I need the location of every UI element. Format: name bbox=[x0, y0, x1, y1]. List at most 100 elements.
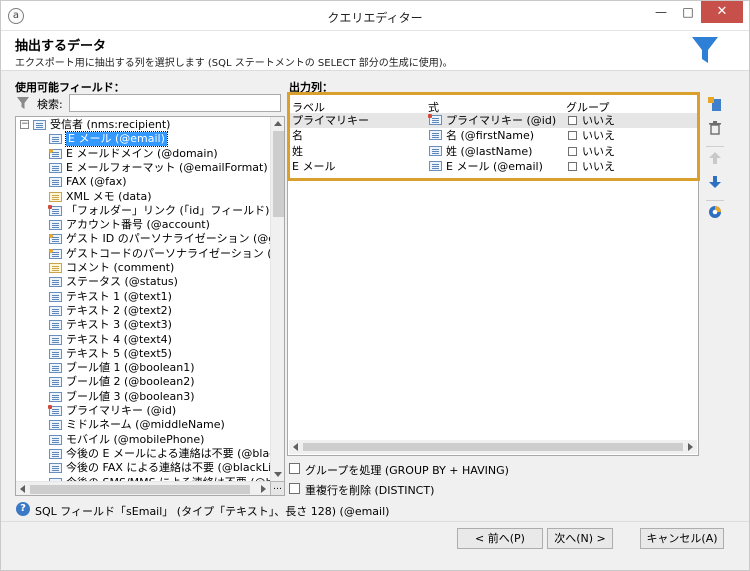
tree-item-label: テキスト 1 (@text1) bbox=[66, 289, 172, 303]
delete-icon[interactable] bbox=[704, 120, 726, 142]
tree-item-label: 今後の FAX による連絡は不要 (@blackListFa bbox=[66, 461, 270, 475]
scroll-right-icon[interactable] bbox=[688, 443, 693, 451]
group-by-label: グループを処理 (GROUP BY + HAVING) bbox=[305, 464, 509, 477]
scroll-right-icon[interactable] bbox=[261, 485, 266, 493]
tree-item[interactable]: モバイル (@mobilePhone) bbox=[16, 433, 270, 447]
tree-item-label: ブール値 1 (@boolean1) bbox=[66, 361, 195, 375]
tree-item-label: E メールドメイン (@domain) bbox=[66, 146, 218, 160]
tree-item-label: ゲスト ID のパーソナライゼーション (@guestIdE bbox=[66, 232, 270, 246]
link-field-icon bbox=[49, 148, 62, 159]
scroll-up-icon[interactable] bbox=[274, 121, 282, 126]
more-button[interactable]: … bbox=[270, 481, 284, 495]
add-column-icon[interactable] bbox=[704, 96, 726, 118]
tree-item-label: プライマリキー (@id) bbox=[66, 404, 177, 417]
tree-item[interactable]: ゲストコードのパーソナライゼーション (@guestCo bbox=[16, 247, 270, 261]
tree-item[interactable]: E メールフォーマット (@emailFormat) bbox=[16, 161, 270, 175]
tree-item-label: 今後の E メールによる連絡は不要 (@blackLis bbox=[66, 446, 270, 460]
memo-icon bbox=[49, 191, 62, 202]
distribution-icon[interactable] bbox=[704, 204, 726, 226]
page-title: 抽出するデータ bbox=[15, 39, 107, 54]
distinct-checkbox[interactable] bbox=[289, 483, 300, 494]
tree-item[interactable]: プライマリキー (@id) bbox=[16, 404, 270, 418]
collapse-icon[interactable]: − bbox=[20, 120, 29, 129]
link-field-icon bbox=[49, 234, 62, 245]
field-icon bbox=[49, 134, 62, 145]
tree-content: − 受信者 (nms:recipient) E メール (@email) E メー… bbox=[16, 117, 270, 481]
field-icon bbox=[49, 448, 62, 459]
distinct-label: 重複行を削除 (DISTINCT) bbox=[305, 484, 435, 497]
horizontal-scrollbar[interactable] bbox=[16, 481, 270, 495]
tree-item[interactable]: ステータス (@status) bbox=[16, 275, 270, 289]
key-field-icon bbox=[48, 204, 62, 216]
filter-input[interactable] bbox=[69, 94, 281, 112]
help-icon: ? bbox=[16, 502, 30, 516]
tree-item[interactable]: E メール (@email) bbox=[16, 131, 270, 148]
key-field-icon bbox=[48, 405, 62, 416]
field-icon bbox=[49, 434, 62, 445]
tree-item[interactable]: 今後の FAX による連絡は不要 (@blackListFa bbox=[16, 461, 270, 475]
scroll-down-icon[interactable] bbox=[274, 472, 282, 477]
tree-item[interactable]: ミドルネーム (@middleName) bbox=[16, 418, 270, 432]
funnel-icon bbox=[692, 37, 718, 63]
next-button[interactable]: 次へ(N) > bbox=[547, 528, 613, 549]
tree-item-label: テキスト 3 (@text3) bbox=[66, 318, 172, 332]
tree-item-label: ミドルネーム (@middleName) bbox=[66, 418, 225, 432]
tree-item-label: XML メモ (data) bbox=[66, 189, 152, 203]
tree-item-label: テキスト 5 (@text5) bbox=[66, 346, 172, 360]
move-down-icon[interactable] bbox=[704, 174, 726, 196]
maximize-button[interactable]: □ bbox=[677, 1, 699, 23]
field-icon bbox=[49, 363, 62, 374]
vertical-scrollbar[interactable] bbox=[270, 117, 284, 481]
scroll-thumb[interactable] bbox=[30, 485, 250, 494]
tree-item[interactable]: ブール値 3 (@boolean3) bbox=[16, 390, 270, 404]
schema-icon bbox=[33, 120, 46, 130]
tree-item-label: ブール値 3 (@boolean3) bbox=[66, 389, 195, 403]
tree-item[interactable]: テキスト 1 (@text1) bbox=[16, 290, 270, 304]
available-fields-label: 使用可能フィールド： bbox=[15, 81, 125, 94]
minimize-button[interactable]: — bbox=[649, 1, 673, 23]
field-icon bbox=[49, 305, 62, 316]
tree-root-label: 受信者 (nms:recipient) bbox=[50, 118, 171, 131]
tree-item[interactable]: 「フォルダー」リンク (「id」フィールド) の外部キー (@ bbox=[16, 204, 270, 218]
close-button[interactable]: ✕ bbox=[701, 1, 743, 23]
fields-tree[interactable]: − 受信者 (nms:recipient) E メール (@email) E メー… bbox=[15, 116, 285, 496]
field-icon bbox=[49, 348, 62, 359]
tree-item[interactable]: ブール値 2 (@boolean2) bbox=[16, 375, 270, 389]
horizontal-scrollbar[interactable] bbox=[289, 440, 697, 454]
scroll-left-icon[interactable] bbox=[20, 485, 25, 493]
tree-item[interactable]: ブール値 1 (@boolean1) bbox=[16, 361, 270, 375]
tree-item[interactable]: コメント (comment) bbox=[16, 261, 270, 275]
header: 抽出するデータ エクスポート用に抽出する列を選択します (SQL ステートメント… bbox=[1, 31, 749, 71]
filter-label: 検索: bbox=[37, 98, 63, 111]
tree-item[interactable]: FAX (@fax) bbox=[16, 175, 270, 189]
tree-item[interactable]: テキスト 3 (@text3) bbox=[16, 318, 270, 332]
tree-item[interactable]: ゲスト ID のパーソナライゼーション (@guestIdE bbox=[16, 232, 270, 246]
tree-item[interactable]: テキスト 5 (@text5) bbox=[16, 347, 270, 361]
tree-item[interactable]: テキスト 2 (@text2) bbox=[16, 304, 270, 318]
tree-item-label: テキスト 2 (@text2) bbox=[66, 303, 172, 317]
filter-icon bbox=[17, 97, 29, 109]
field-icon bbox=[49, 463, 62, 474]
tree-item[interactable]: XML メモ (data) bbox=[16, 190, 270, 204]
scroll-left-icon[interactable] bbox=[293, 443, 298, 451]
scroll-thumb[interactable] bbox=[273, 131, 284, 217]
tree-item-label: ゲストコードのパーソナライゼーション (@guestCo bbox=[66, 246, 270, 260]
tree-item-label: FAX (@fax) bbox=[66, 175, 127, 189]
tree-item-label: アカウント番号 (@account) bbox=[66, 218, 210, 232]
field-icon bbox=[49, 220, 62, 231]
cancel-button[interactable]: キャンセル(A) bbox=[640, 528, 724, 549]
tree-root[interactable]: − 受信者 (nms:recipient) bbox=[16, 118, 266, 132]
footer-separator bbox=[1, 521, 749, 522]
column-toolbar bbox=[704, 96, 728, 236]
tree-item[interactable]: テキスト 4 (@text4) bbox=[16, 333, 270, 347]
previous-button[interactable]: < 前へ(P) bbox=[457, 528, 543, 549]
tree-item[interactable]: アカウント番号 (@account) bbox=[16, 218, 270, 232]
tree-item[interactable]: E メールドメイン (@domain) bbox=[16, 147, 270, 161]
group-by-checkbox[interactable] bbox=[289, 463, 300, 474]
tree-item[interactable]: 今後の E メールによる連絡は不要 (@blackLis bbox=[16, 447, 270, 461]
link-field-icon bbox=[49, 248, 62, 259]
scroll-thumb[interactable] bbox=[303, 443, 683, 451]
move-up-icon[interactable] bbox=[704, 150, 726, 172]
title-bar: a クエリエディター — □ ✕ bbox=[1, 1, 749, 31]
tree-item-label: ステータス (@status) bbox=[66, 275, 178, 289]
